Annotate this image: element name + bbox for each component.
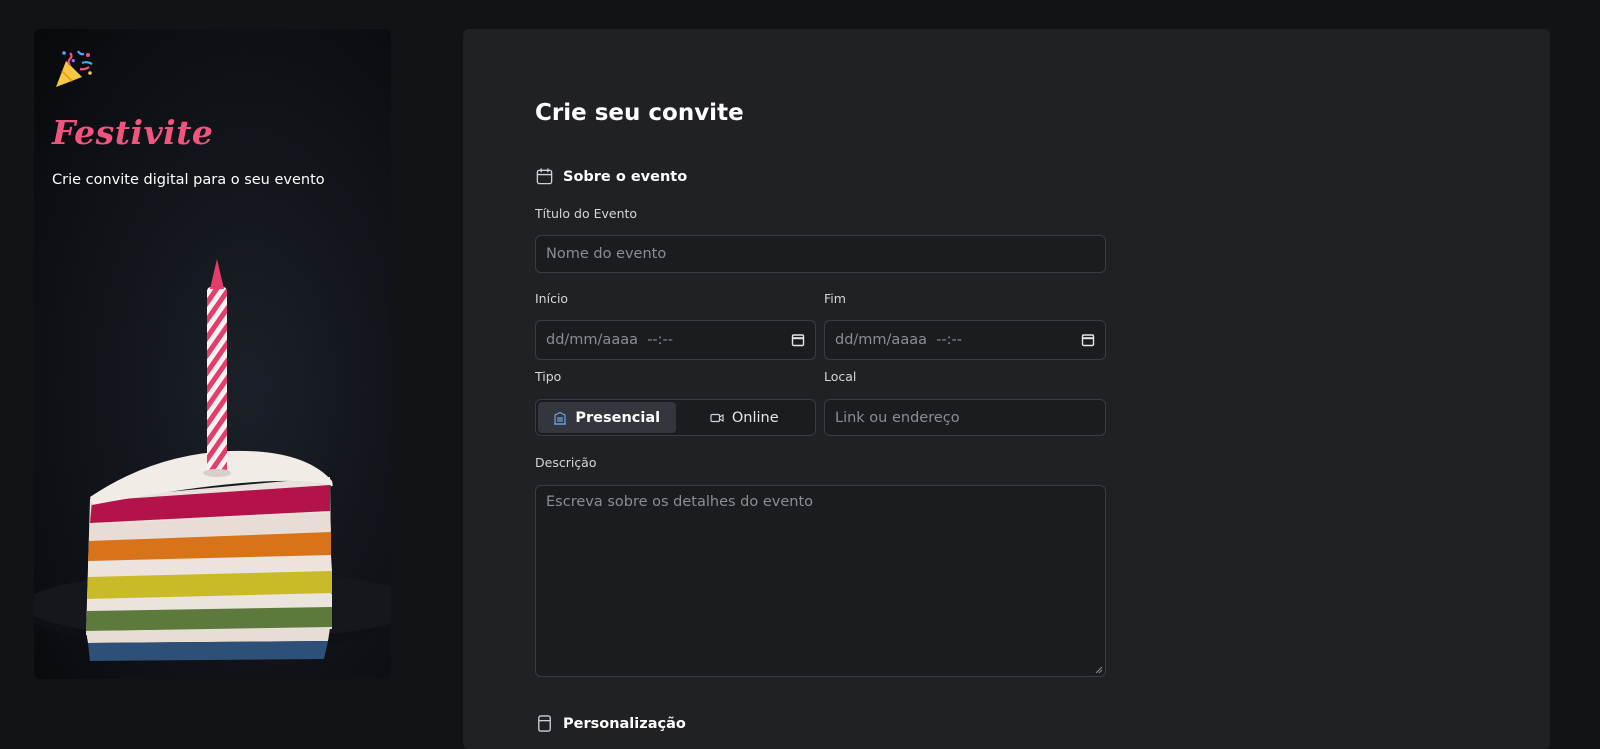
calendar-icon[interactable] <box>1081 333 1095 347</box>
section-event-title: Sobre o evento <box>563 168 688 185</box>
hero-card: Festivite Crie convite digital para o se… <box>34 29 391 679</box>
end-placeholder: dd/mm/aaaa --:-- <box>835 332 963 348</box>
description-placeholder: Escreva sobre os detalhes do evento <box>546 494 814 510</box>
form-panel: Crie seu convite Sobre o evento Título d… <box>463 29 1550 749</box>
form-title: Crie seu convite <box>535 100 744 126</box>
event-title-input[interactable]: Nome do evento <box>535 235 1106 273</box>
section-event-header: Sobre o evento <box>535 167 687 186</box>
palette-icon <box>538 715 551 732</box>
end-label: Fim <box>824 291 846 306</box>
section-custom-header: Personalização <box>535 714 686 733</box>
type-option-presencial-label: Presencial <box>575 409 661 426</box>
type-option-online-label: Online <box>731 409 779 426</box>
resize-handle-icon[interactable] <box>1095 666 1103 674</box>
section-custom-title: Personalização <box>563 715 686 732</box>
location-input[interactable]: Link ou endereço <box>824 399 1106 436</box>
start-datetime-input[interactable]: dd/mm/aaaa --:-- <box>535 320 816 360</box>
brand-tagline: Crie convite digital para o seu evento <box>52 172 325 188</box>
type-label: Tipo <box>535 369 562 384</box>
start-placeholder: dd/mm/aaaa --:-- <box>546 332 674 348</box>
event-title-label: Título do Evento <box>535 206 638 221</box>
brand-name: Festivite <box>52 113 214 152</box>
description-textarea[interactable]: Escreva sobre os detalhes do evento <box>535 485 1106 677</box>
building-icon <box>554 411 567 425</box>
video-icon <box>710 413 724 422</box>
end-datetime-input[interactable]: dd/mm/aaaa --:-- <box>824 320 1106 360</box>
type-option-presencial[interactable]: Presencial <box>538 402 676 433</box>
cake-illustration <box>34 259 391 661</box>
type-toggle: Presencial Online <box>535 399 816 436</box>
description-label: Descrição <box>535 455 597 470</box>
location-label: Local <box>824 369 857 384</box>
type-option-online[interactable]: Online <box>676 402 814 433</box>
location-placeholder: Link ou endereço <box>835 409 960 426</box>
start-label: Início <box>535 291 569 306</box>
party-popper-icon <box>56 50 93 87</box>
calendar-icon <box>536 168 553 185</box>
calendar-icon[interactable] <box>791 333 805 347</box>
event-title-placeholder: Nome do evento <box>546 246 667 262</box>
